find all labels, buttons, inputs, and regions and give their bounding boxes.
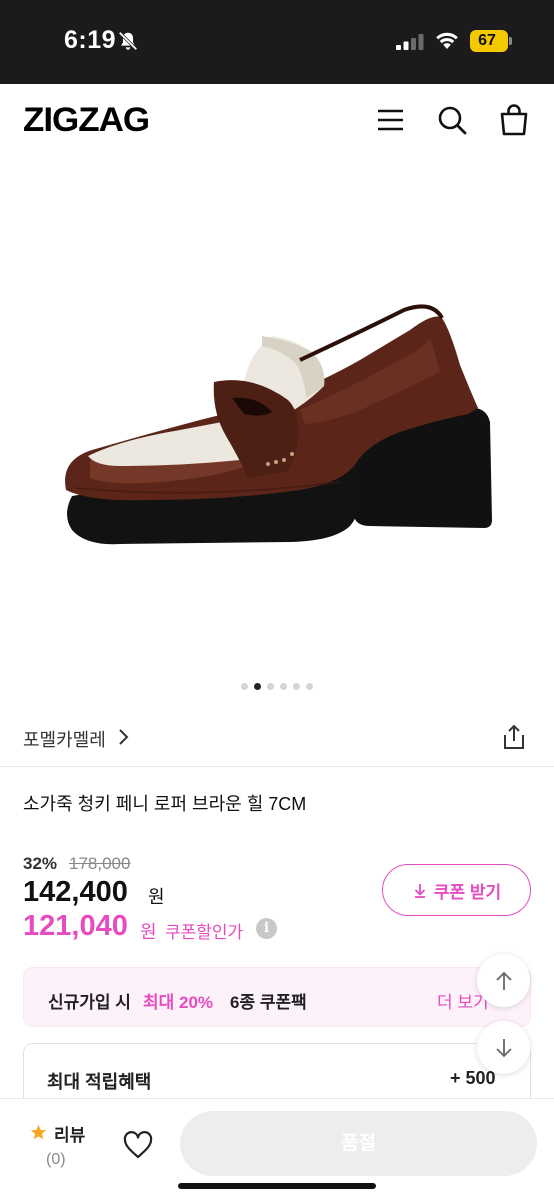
- bell-muted-icon: [118, 31, 138, 51]
- pagination-dot[interactable]: [293, 683, 300, 690]
- product-image[interactable]: [0, 160, 554, 670]
- benefit-title: 최대 적립혜택: [47, 1072, 152, 1092]
- cellular-signal-icon: [396, 34, 424, 50]
- app-header: ZIGZAG: [0, 84, 554, 160]
- sale-price-unit: 원: [148, 887, 165, 907]
- battery-terminal: [509, 37, 512, 45]
- arrow-up-icon: [495, 971, 512, 990]
- review-count: (0): [46, 1151, 66, 1168]
- heart-icon[interactable]: [122, 1131, 154, 1159]
- shopping-bag-icon[interactable]: [496, 102, 532, 138]
- brand-name-link[interactable]: 포멜카멜레: [23, 726, 106, 752]
- download-icon: [414, 884, 425, 898]
- scroll-top-button[interactable]: [477, 954, 530, 1007]
- discount-rate: 32%: [23, 854, 58, 873]
- promo-text-pack: 6종 쿠폰팩: [230, 993, 307, 1012]
- pagination-dot[interactable]: [267, 683, 274, 690]
- star-icon: [30, 1124, 47, 1140]
- review-label[interactable]: 리뷰: [54, 1121, 85, 1146]
- get-coupon-button[interactable]: 쿠폰 받기: [382, 864, 531, 916]
- chevron-right-icon[interactable]: [116, 728, 132, 746]
- promo-highlight: 최대 20%: [143, 993, 214, 1012]
- bottom-action-bar: 리뷰 (0) 품절: [0, 1098, 554, 1200]
- coupon-price-label: 쿠폰할인가: [165, 923, 244, 942]
- coupon-price-unit: 원: [140, 922, 157, 942]
- pagination-dot[interactable]: [306, 683, 313, 690]
- sale-price: 142,400: [23, 876, 128, 908]
- info-icon[interactable]: i: [256, 918, 277, 939]
- status-bar: 6:19 67: [0, 0, 554, 84]
- divider: [0, 766, 554, 767]
- pagination-dot[interactable]: [241, 683, 248, 690]
- image-pagination: [0, 683, 554, 693]
- arrow-down-icon: [495, 1038, 512, 1057]
- product-title: 소가죽 청키 페니 로퍼 브라운 힐 7CM: [23, 794, 307, 814]
- get-coupon-label: 쿠폰 받기: [433, 882, 502, 902]
- search-icon[interactable]: [434, 102, 470, 138]
- signup-coupon-banner[interactable]: 신규가입 시 최대 20% 6종 쿠폰팩 더 보기: [23, 967, 531, 1027]
- scroll-bottom-button[interactable]: [477, 1021, 530, 1074]
- promo-text: 신규가입 시: [48, 993, 131, 1012]
- pagination-dot-active[interactable]: [254, 683, 261, 690]
- status-time: 6:19: [64, 26, 117, 54]
- benefit-value: + 500: [450, 1068, 496, 1088]
- battery-level: 67: [478, 32, 496, 49]
- brand-row: 포멜카멜레: [0, 716, 554, 760]
- original-price: 178,000: [69, 854, 131, 873]
- zigzag-logo[interactable]: ZIGZAG: [23, 101, 150, 140]
- wifi-icon: [436, 32, 458, 49]
- sold-out-button[interactable]: 품절: [180, 1111, 537, 1176]
- share-icon[interactable]: [499, 722, 529, 752]
- home-indicator: [178, 1183, 376, 1189]
- pagination-dot[interactable]: [280, 683, 287, 690]
- coupon-price: 121,040: [23, 910, 128, 942]
- menu-icon[interactable]: [372, 102, 408, 138]
